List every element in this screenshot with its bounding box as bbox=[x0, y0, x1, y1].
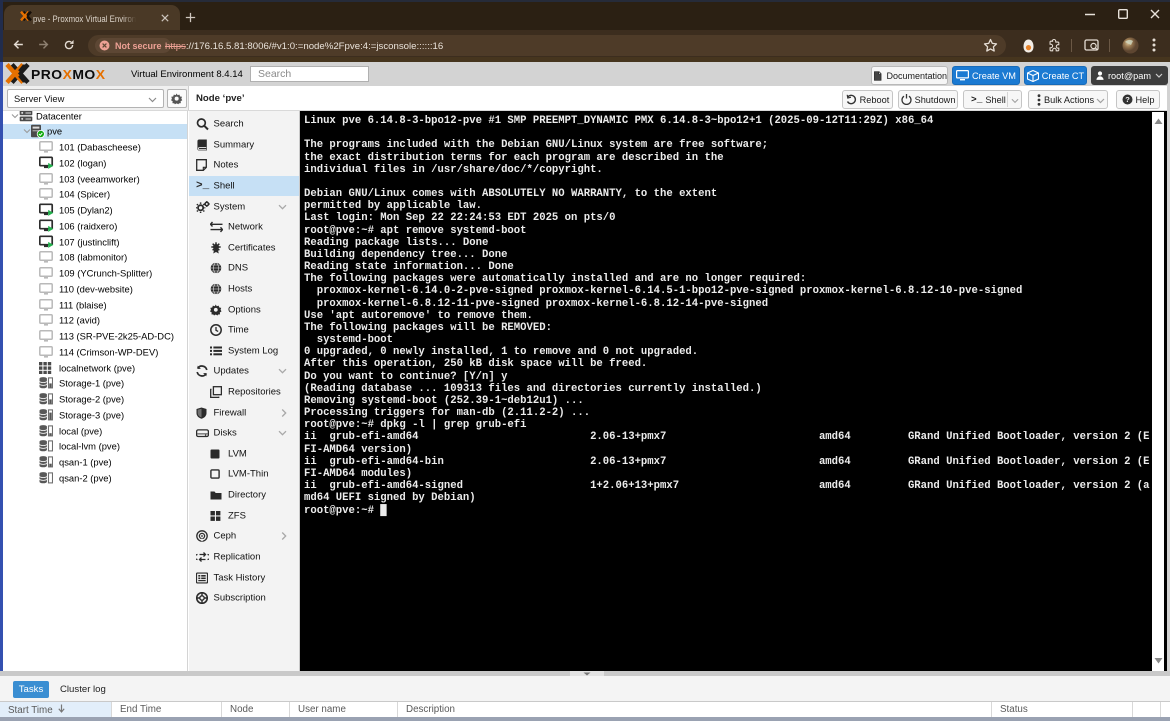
svg-text:?: ? bbox=[1125, 95, 1130, 104]
